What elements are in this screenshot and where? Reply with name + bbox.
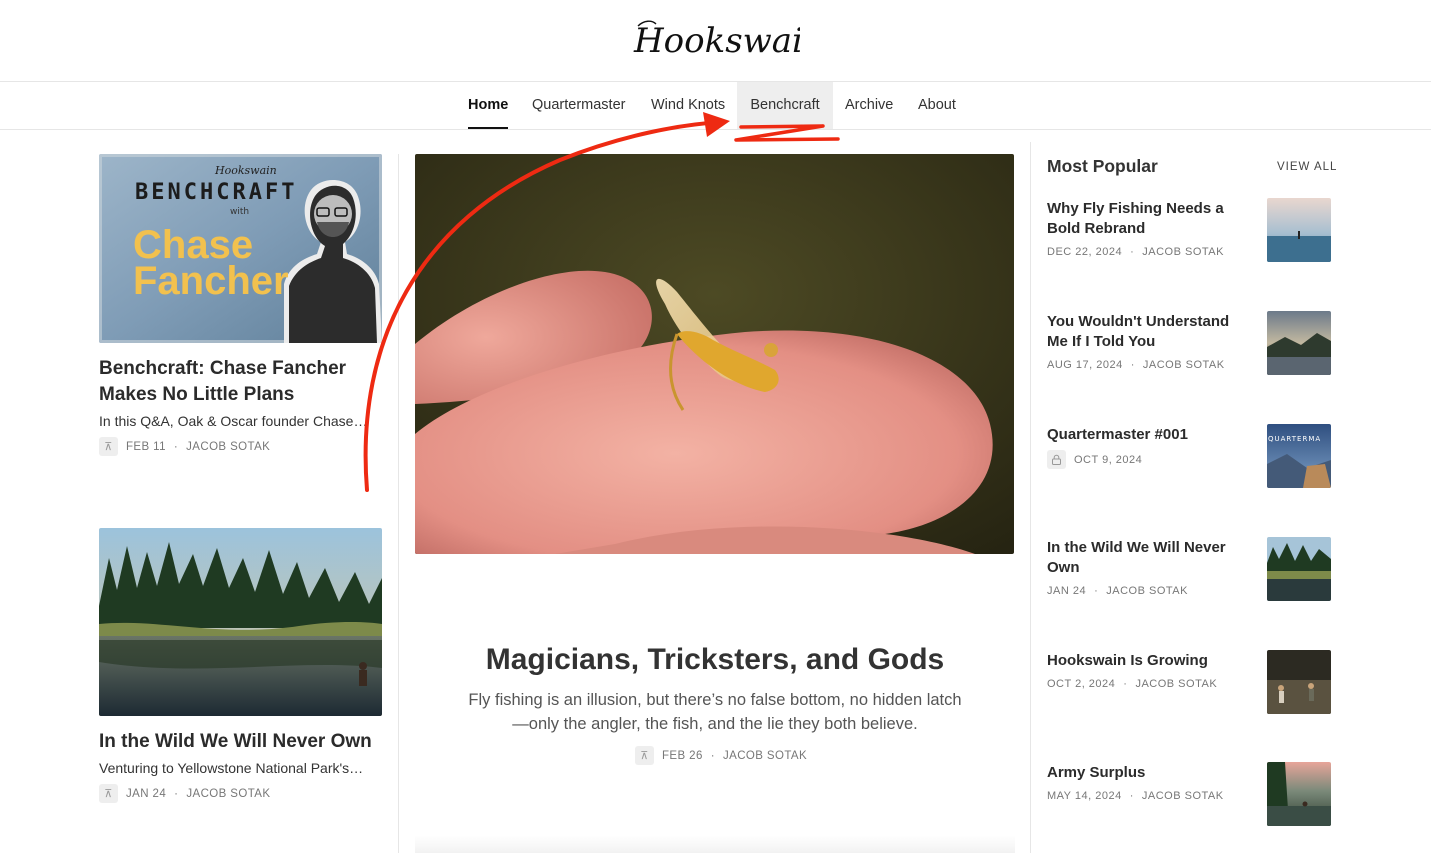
svg-text:with: with	[230, 207, 249, 217]
popular-item-meta: OCT 9, 2024	[1047, 450, 1142, 469]
featured-meta: ⊼ FEB 26 · JACOB SOTAK	[635, 746, 807, 765]
nav-quartermaster[interactable]: Quartermaster	[532, 82, 625, 129]
popular-item-title[interactable]: You Wouldn't Understand Me If I Told You	[1047, 312, 1247, 352]
popular-item-meta: AUG 17, 2024 · JACOB SOTAK	[1047, 359, 1225, 371]
popular-item-title[interactable]: Quartermaster #001	[1047, 425, 1247, 445]
nav-archive[interactable]: Archive	[845, 82, 893, 129]
featured-subtitle: Fly fishing is an illusion, but there’s …	[468, 691, 962, 733]
post-image-wild[interactable]	[99, 528, 382, 716]
svg-text:Hookswain: Hookswain	[633, 21, 800, 61]
pin-icon: ⊼	[99, 784, 118, 803]
popular-item-thumb[interactable]	[1267, 650, 1331, 714]
nav-about[interactable]: About	[918, 82, 956, 129]
nav-home[interactable]: Home	[468, 82, 509, 129]
popular-item-meta: JAN 24 · JACOB SOTAK	[1047, 585, 1188, 597]
popular-item-thumb[interactable]: QUARTERMA	[1267, 424, 1331, 488]
post-image-benchcraft[interactable]: Hookswain BENCHCRAFT with Chase Fancher	[99, 154, 382, 343]
popular-item-thumb[interactable]	[1267, 311, 1331, 375]
popular-item-meta: MAY 14, 2024 · JACOB SOTAK	[1047, 790, 1224, 802]
most-popular-heading: Most Popular	[1047, 156, 1158, 176]
svg-text:BENCHCRAFT: BENCHCRAFT	[135, 180, 297, 205]
pin-icon: ⊼	[635, 746, 654, 765]
popular-item-meta: OCT 2, 2024 · JACOB SOTAK	[1047, 678, 1218, 690]
post-subtitle: In this Q&A, Oak & Oscar founder Chase…	[99, 413, 368, 429]
main-nav: Home Quartermaster Wind Knots Benchcraft…	[0, 82, 1431, 130]
right-column-divider	[1030, 142, 1031, 853]
popular-item-thumb[interactable]	[1267, 762, 1331, 826]
popular-item-thumb[interactable]	[1267, 537, 1331, 601]
nav-wind-knots[interactable]: Wind Knots	[651, 82, 725, 129]
popular-item-title[interactable]: Army Surplus	[1047, 763, 1247, 783]
popular-item-title[interactable]: Why Fly Fishing Needs a Bold Rebrand	[1047, 199, 1247, 239]
featured-image-mayfly[interactable]	[415, 154, 1014, 554]
masthead: Hookswain	[0, 0, 1431, 82]
post-meta: ⊼ FEB 11 · JACOB SOTAK	[99, 437, 270, 456]
popular-item-meta: DEC 22, 2024 · JACOB SOTAK	[1047, 246, 1224, 258]
svg-text:Hookswain: Hookswain	[214, 164, 277, 177]
site-logo[interactable]: Hookswain	[630, 14, 800, 64]
popular-item-thumb[interactable]	[1267, 198, 1331, 262]
scroll-shadow	[415, 835, 1015, 853]
nav-benchcraft[interactable]: Benchcraft	[737, 82, 833, 129]
post-meta: ⊼ JAN 24 · JACOB SOTAK	[99, 784, 270, 803]
pin-icon: ⊼	[99, 437, 118, 456]
post-title[interactable]: Benchcraft: Chase Fancher Makes No Littl…	[99, 356, 389, 408]
popular-item-title[interactable]: In the Wild We Will Never Own	[1047, 538, 1247, 578]
popular-item-title[interactable]: Hookswain Is Growing	[1047, 651, 1247, 671]
post-subtitle: Venturing to Yellowstone National Park's…	[99, 760, 364, 776]
left-column-divider	[398, 154, 399, 853]
featured-title[interactable]: Magicians, Tricksters, and Gods	[415, 643, 1015, 677]
svg-text:Fancher: Fancher	[133, 259, 289, 303]
post-title[interactable]: In the Wild We Will Never Own	[99, 729, 389, 755]
svg-text:QUARTERMA: QUARTERMA	[1268, 435, 1321, 443]
view-all-link[interactable]: VIEW ALL	[1277, 161, 1337, 173]
lock-icon	[1047, 450, 1066, 469]
